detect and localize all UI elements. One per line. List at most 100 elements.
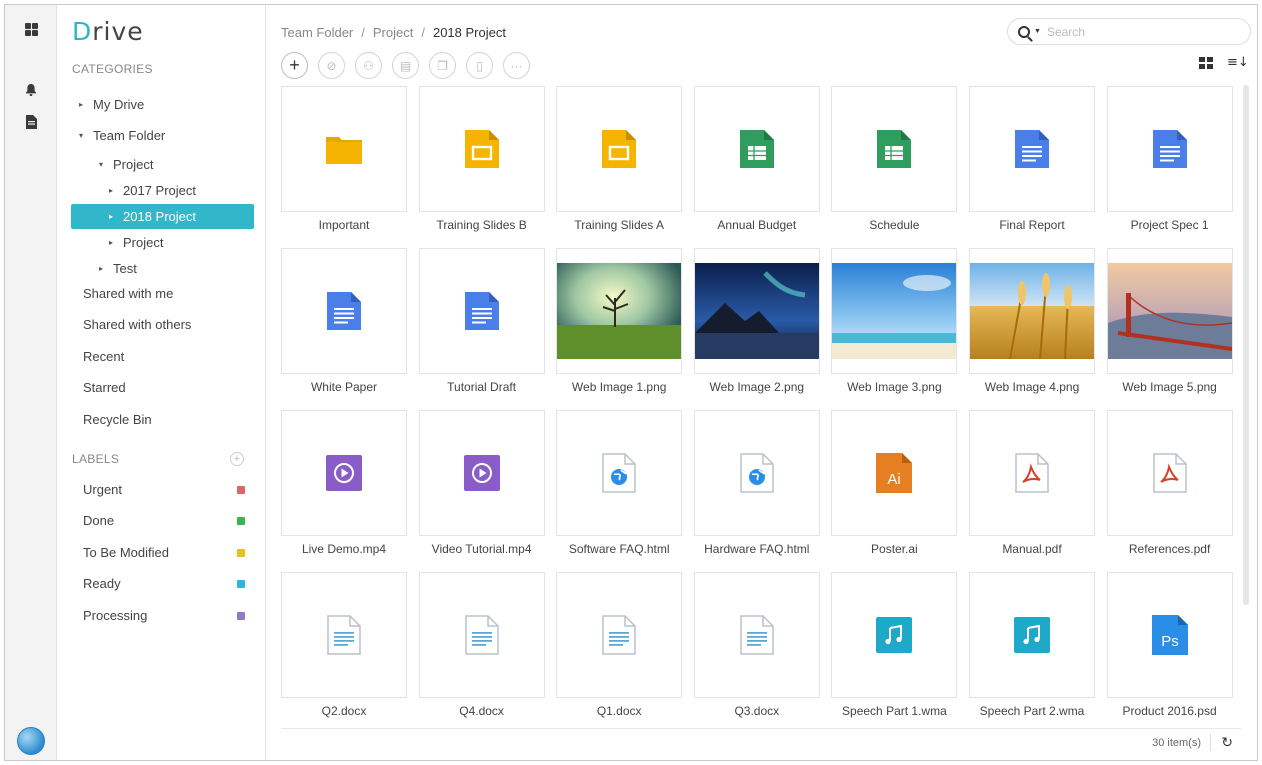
svg-text:Ai: Ai [888,471,901,488]
docx-file-icon [556,572,683,698]
psd-file-icon: Ps [1106,572,1233,698]
caret-right-icon[interactable]: ▸ [109,212,119,221]
copy-icon: ❐ [437,58,448,73]
sidebar-nav-item[interactable]: Shared with me [83,286,173,301]
app-logo: Drive [72,17,144,46]
file-tile[interactable]: Manual.pdf [969,406,1095,564]
file-tile[interactable]: Speech Part 2.wma [969,568,1095,722]
grid-view-icon[interactable] [1199,57,1213,69]
refresh-icon[interactable]: ↻ [1210,734,1233,751]
user-avatar-globe-icon[interactable] [5,727,57,755]
file-tile[interactable]: Project Spec 1 [1106,82,1233,240]
breadcrumb: Team Folder / Project / 2018 Project [281,25,506,40]
label-color-swatch [237,549,245,557]
doc-file-icon [281,248,407,374]
sidebar: Drive CATEGORIES ▸ My Drive ▾ Team Folder ▾ P… [57,5,266,760]
tree-item[interactable]: ▾ Team Folder [79,123,165,148]
file-tile[interactable]: Important [281,82,407,240]
file-name: Q1.docx [596,704,642,718]
sort-icon[interactable]: ≡↓ [1227,56,1249,69]
caret-right-icon[interactable]: ▸ [109,238,119,247]
tag-button[interactable]: ⊘ [318,52,345,79]
file-tile[interactable]: Web Image 3.png [831,244,958,402]
file-tile[interactable]: Training Slides A [556,82,683,240]
image-thumbnail [969,248,1095,374]
vertical-scrollbar[interactable] [1243,85,1249,605]
file-grid: Important Training Slides B Training Slide… [281,82,1239,722]
plus-button[interactable]: + [281,52,308,79]
tree-item[interactable]: ▸ Project [109,230,163,255]
copy-button[interactable]: ❐ [429,52,456,79]
tree-item[interactable]: ▸ Test [99,256,137,281]
move-folder-button[interactable]: ▤ [392,52,419,79]
label-item[interactable]: Done [83,513,245,528]
file-tile[interactable]: Q2.docx [281,568,407,722]
label-item[interactable]: Processing [83,608,245,623]
breadcrumb-item[interactable]: Team Folder [281,25,353,40]
file-tile[interactable]: Web Image 2.png [693,244,820,402]
plus-icon: + [289,55,300,75]
sidebar-nav-item[interactable]: Shared with others [83,317,191,332]
file-name: Poster.ai [871,542,918,556]
search-input[interactable] [1046,24,1227,39]
caret-right-icon[interactable]: ▸ [79,100,89,109]
notification-bell-icon[interactable] [5,83,57,97]
chevron-down-icon[interactable]: ▼ [1034,28,1041,35]
file-tile[interactable]: Web Image 4.png [969,244,1095,402]
file-tile[interactable]: Annual Budget [693,82,820,240]
search-icon[interactable] [1018,25,1030,38]
tree-item-label: My Drive [93,97,145,112]
categories-heading: CATEGORIES [72,62,153,76]
tree-item[interactable]: ▸ My Drive [79,92,144,117]
breadcrumb-item[interactable]: Project [373,25,413,40]
file-name: Web Image 5.png [1122,380,1217,394]
file-tile[interactable]: Software FAQ.html [556,406,683,564]
file-tile[interactable]: Ai Poster.ai [831,406,958,564]
file-tile[interactable]: Final Report [969,82,1095,240]
file-tile[interactable]: Schedule [831,82,958,240]
sidebar-nav-item[interactable]: Starred [83,380,126,395]
file-tile[interactable]: Live Demo.mp4 [281,406,407,564]
sidebar-nav-item[interactable]: Recycle Bin [83,412,152,427]
file-tile[interactable]: Hardware FAQ.html [693,406,820,564]
sidebar-nav-item[interactable]: Recent [83,349,124,364]
tree-item[interactable]: ▾ Project [99,152,153,177]
file-name: Web Image 3.png [847,380,942,394]
audio-file-icon [969,572,1095,698]
video-file-icon [418,410,545,536]
share-user-button[interactable]: ⚇ [355,52,382,79]
more-icon: ··· [510,58,523,73]
apps-grid-icon[interactable] [5,23,57,36]
file-tile[interactable]: Tutorial Draft [418,244,545,402]
tree-item[interactable]: ▸ 2018 Project [71,204,254,229]
trash-button[interactable]: ▯ [466,52,493,79]
doc-file-icon [418,248,545,374]
file-tile[interactable]: Q4.docx [418,568,545,722]
caret-down-icon[interactable]: ▾ [99,160,109,169]
tree-item-label: Team Folder [93,128,166,143]
caret-right-icon[interactable]: ▸ [109,186,119,195]
file-tile[interactable]: Training Slides B [418,82,545,240]
label-item[interactable]: Urgent [83,482,245,497]
caret-down-icon[interactable]: ▾ [79,131,89,140]
label-item[interactable]: To Be Modified [83,545,245,560]
docx-file-icon [281,572,407,698]
file-tile[interactable]: White Paper [281,244,407,402]
caret-right-icon[interactable]: ▸ [99,264,109,273]
tree-item[interactable]: ▸ 2017 Project [109,178,196,203]
document-icon[interactable] [5,115,57,129]
file-tile[interactable]: Web Image 1.png [556,244,683,402]
label-item[interactable]: Ready [83,576,245,591]
file-name: Hardware FAQ.html [704,542,810,556]
file-tile[interactable]: References.pdf [1106,406,1233,564]
search-box[interactable]: ▼ [1007,18,1251,45]
add-label-button[interactable]: + [230,452,244,466]
video-file-icon [281,410,407,536]
file-tile[interactable]: Ps Product 2016.psd [1106,568,1233,722]
file-tile[interactable]: Web Image 5.png [1106,244,1233,402]
file-tile[interactable]: Q3.docx [693,568,820,722]
more-button[interactable]: ··· [503,52,530,79]
file-tile[interactable]: Speech Part 1.wma [831,568,958,722]
file-tile[interactable]: Video Tutorial.mp4 [418,406,545,564]
file-tile[interactable]: Q1.docx [556,568,683,722]
